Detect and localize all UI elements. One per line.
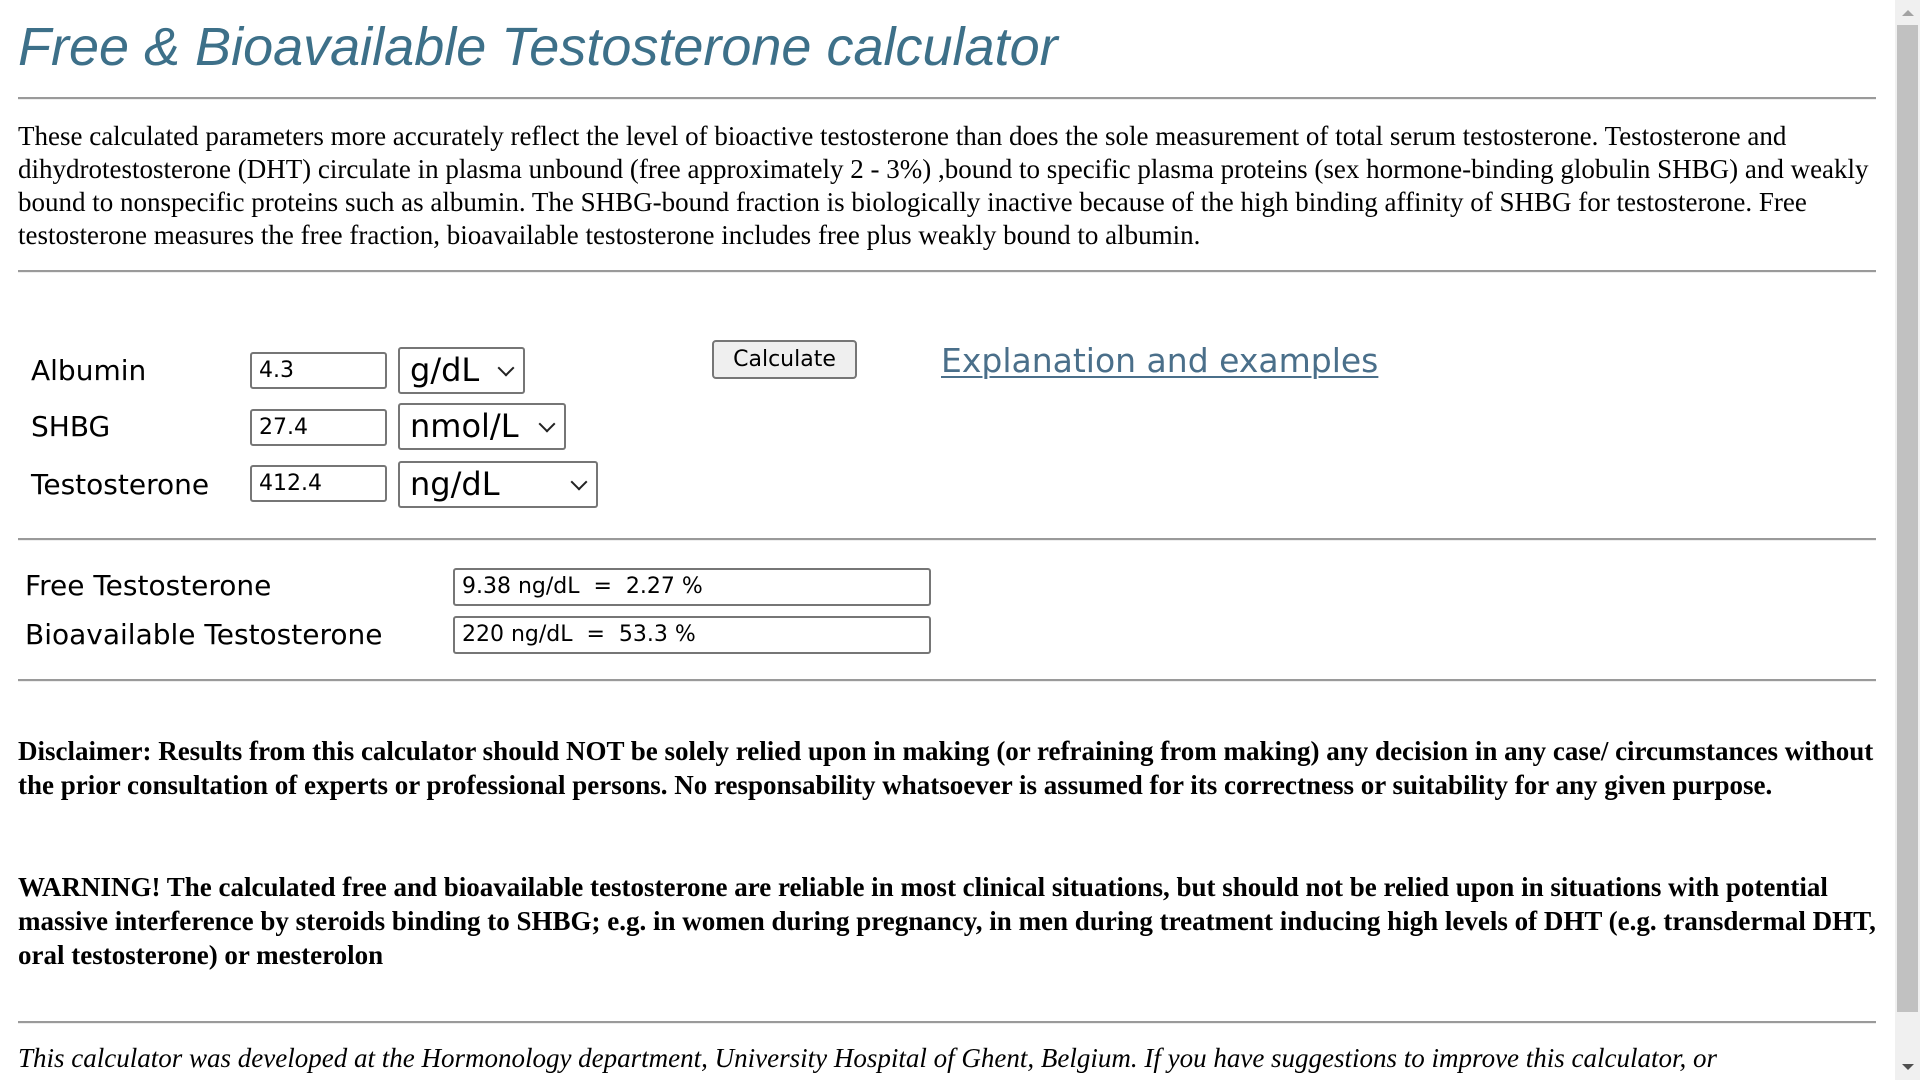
chevron-down-icon — [497, 359, 515, 377]
calculate-button[interactable]: Calculate — [712, 340, 857, 379]
divider — [18, 270, 1876, 273]
divider — [18, 679, 1876, 682]
footer-text: This calculator was developed at the Hor… — [18, 1043, 1718, 1073]
shbg-unit-select[interactable]: nmol/L — [398, 403, 566, 450]
explanation-link[interactable]: Explanation and examples — [941, 340, 1378, 382]
chevron-down-icon — [570, 473, 588, 491]
bioavailable-testosterone-label: Bioavailable Testosterone — [25, 618, 383, 651]
divider — [18, 1021, 1876, 1024]
testosterone-unit-value: ng/dL — [410, 465, 500, 503]
chevron-down-icon — [538, 415, 556, 433]
shbg-label: SHBG — [31, 410, 111, 443]
albumin-input[interactable] — [250, 352, 387, 389]
scrollbar-thumb[interactable] — [1897, 25, 1918, 1012]
page: Free & Bioavailable Testosterone calcula… — [0, 0, 1895, 1080]
shbg-unit-value: nmol/L — [410, 407, 519, 445]
divider — [18, 538, 1876, 541]
scroll-up-arrow-icon[interactable] — [1902, 10, 1914, 16]
albumin-unit-value: g/dL — [410, 351, 480, 389]
testosterone-input[interactable] — [250, 465, 387, 502]
warning-text: WARNING! The calculated free and bioavai… — [18, 872, 1876, 970]
divider — [18, 97, 1876, 100]
free-testosterone-label: Free Testosterone — [25, 569, 272, 602]
vertical-scrollbar[interactable] — [1895, 0, 1920, 1080]
disclaimer-text: Disclaimer: Results from this calculator… — [18, 736, 1874, 800]
page-title: Free & Bioavailable Testosterone calcula… — [18, 17, 1058, 77]
bioavailable-testosterone-output[interactable]: 220 ng/dL = 53.3 % — [453, 616, 931, 654]
free-testosterone-output[interactable]: 9.38 ng/dL = 2.27 % — [453, 568, 931, 606]
testosterone-label: Testosterone — [31, 468, 210, 501]
testosterone-unit-select[interactable]: ng/dL — [398, 461, 598, 508]
albumin-label: Albumin — [31, 354, 147, 387]
shbg-input[interactable] — [250, 409, 387, 446]
intro-paragraph: These calculated parameters more accurat… — [18, 121, 1869, 250]
scroll-down-arrow-icon[interactable] — [1902, 1064, 1914, 1070]
albumin-unit-select[interactable]: g/dL — [398, 347, 525, 394]
